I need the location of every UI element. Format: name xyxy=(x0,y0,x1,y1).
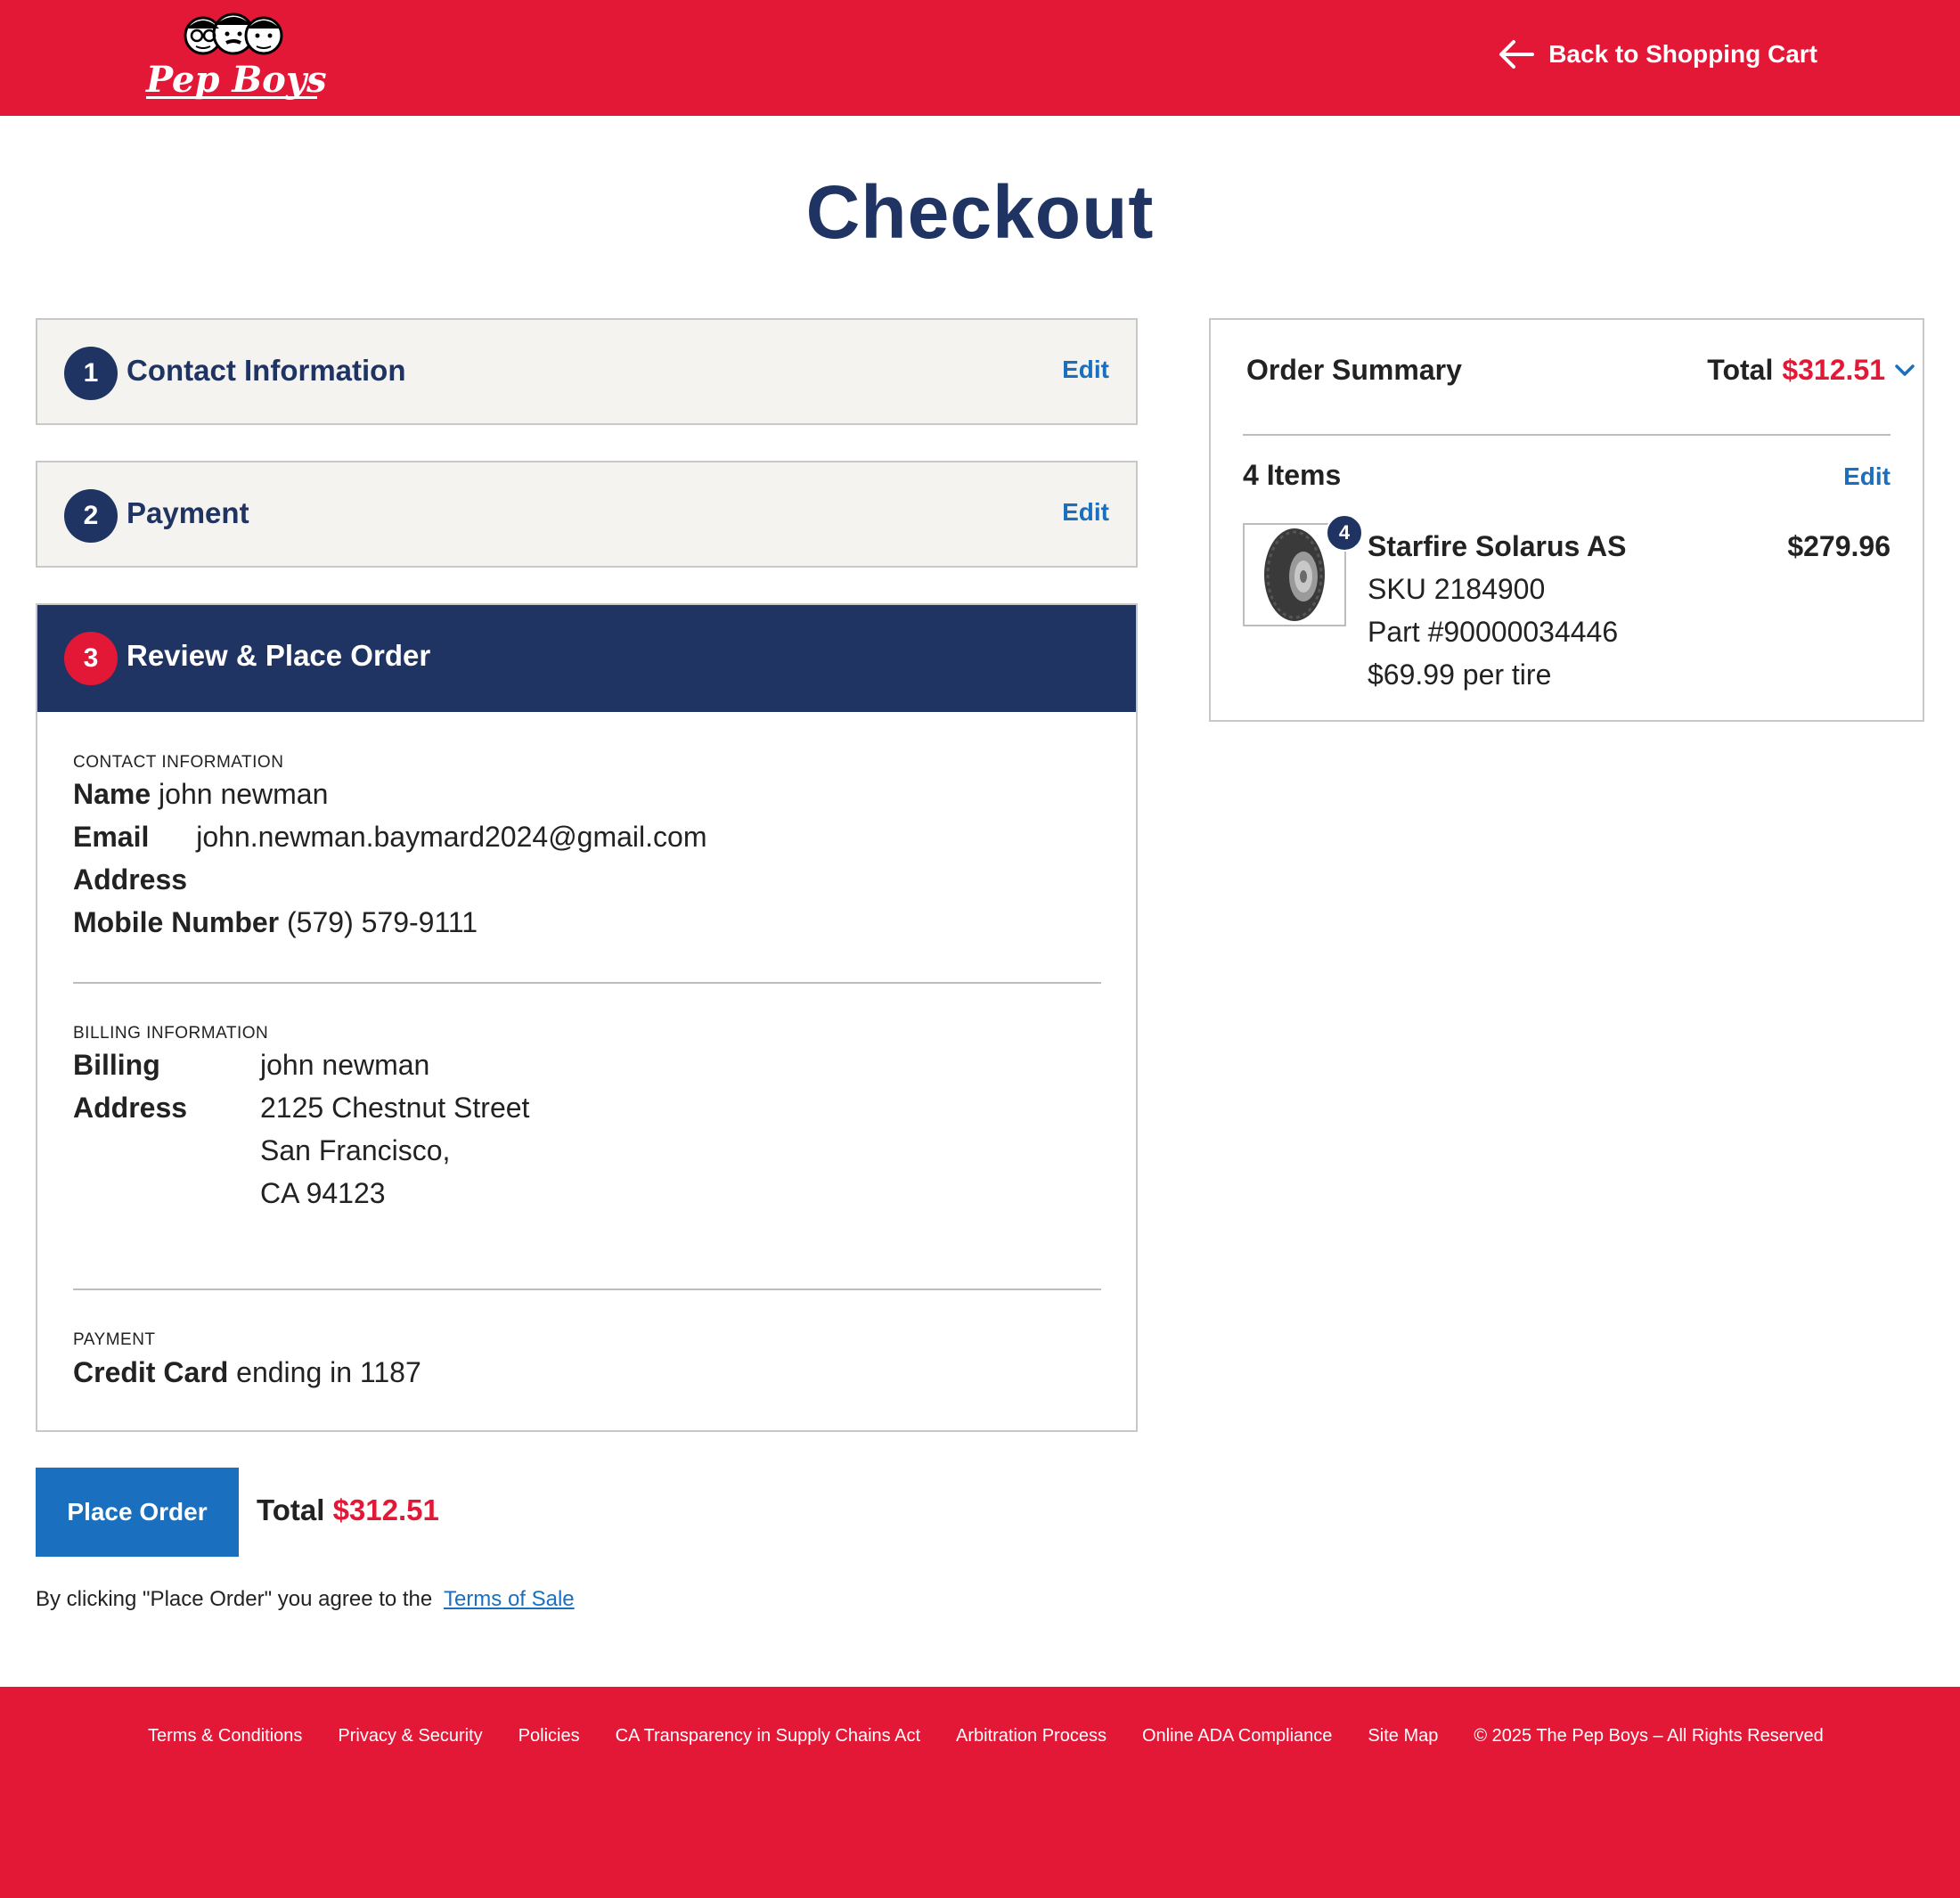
product-part-number: Part #90000034446 xyxy=(1368,616,1619,648)
total-value: $312.51 xyxy=(332,1493,439,1526)
step-number-badge: 3 xyxy=(64,632,118,685)
page-title: Checkout xyxy=(805,170,1155,254)
step-payment: 2 Payment Edit xyxy=(36,461,1138,568)
quantity-badge: 4 xyxy=(1326,514,1363,552)
address-label: Address xyxy=(73,863,188,896)
step-number-badge: 2 xyxy=(64,489,118,543)
footer-link-ca-transparency[interactable]: CA Transparency in Supply Chains Act xyxy=(616,1726,920,1747)
review-place-order-panel: 3 Review & Place Order Contact Informati… xyxy=(36,603,1138,1432)
footer-copyright: © 2025 The Pep Boys – All Rights Reserve… xyxy=(1474,1726,1824,1746)
footer-links: Terms & Conditions Privacy & Security Po… xyxy=(148,1726,1824,1747)
product-sku: SKU 2184900 xyxy=(1368,573,1546,605)
terms-agreement: By clicking "Place Order" you agree to t… xyxy=(36,1587,575,1612)
footer-link-policies[interactable]: Policies xyxy=(519,1726,580,1747)
payment-method-row: Credit Card ending in 1187 xyxy=(73,1356,421,1389)
header-bar: Pep Boys Back to Shopping Cart xyxy=(0,0,1960,116)
footer-link-terms[interactable]: Terms & Conditions xyxy=(148,1726,302,1747)
back-to-cart-link[interactable]: Back to Shopping Cart xyxy=(1499,39,1817,70)
logo-underline xyxy=(146,96,317,99)
order-summary-panel: Order Summary Total $312.51 4 Items Edit… xyxy=(1209,318,1924,722)
terms-of-sale-link[interactable]: Terms of Sale xyxy=(444,1587,575,1611)
billing-line: john newman xyxy=(260,1049,430,1081)
mobile-label: Mobile Number xyxy=(73,906,280,938)
edit-payment-link[interactable]: Edit xyxy=(1062,498,1109,527)
brand-name: Pep Boys xyxy=(146,59,327,101)
edit-contact-link[interactable]: Edit xyxy=(1062,356,1109,384)
step-label: Contact Information xyxy=(127,354,406,387)
edit-items-link[interactable]: Edit xyxy=(1843,462,1891,491)
contact-name-row: Name john newman xyxy=(73,778,328,811)
footer-link-ada[interactable]: Online ADA Compliance xyxy=(1142,1726,1332,1747)
billing-line: 2125 Chestnut Street xyxy=(260,1092,530,1124)
contact-mobile-row: Mobile Number (579) 579-9111 xyxy=(73,906,478,939)
billing-section-caption: Billing Information xyxy=(73,1024,269,1043)
billing-line: San Francisco, xyxy=(260,1134,451,1166)
footer: Terms & Conditions Privacy & Security Po… xyxy=(0,1687,1960,1898)
summary-total-label: Total xyxy=(1707,354,1774,386)
step-label: Review & Place Order xyxy=(127,639,431,672)
payment-method-detail: ending in 1187 xyxy=(236,1356,421,1388)
pep-boys-logo[interactable]: Pep Boys xyxy=(143,12,327,102)
summary-divider xyxy=(1243,434,1891,436)
product-name[interactable]: Starfire Solarus AS xyxy=(1368,530,1626,563)
order-total: Total $312.51 xyxy=(257,1493,439,1527)
footer-link-privacy[interactable]: Privacy & Security xyxy=(338,1726,482,1747)
three-faces-icon xyxy=(184,12,283,55)
payment-section-caption: Payment xyxy=(73,1330,156,1349)
name-value: john newman xyxy=(159,778,329,810)
chevron-down-icon xyxy=(1895,364,1915,376)
email-value: john.newman.baymard2024@gmail.com xyxy=(196,821,707,853)
step-number-badge: 1 xyxy=(64,347,118,400)
contact-email-row: Email john.newman.baymard2024@gmail.com xyxy=(73,821,706,854)
billing-address-label: Address xyxy=(73,1092,188,1124)
email-label: Email xyxy=(73,821,150,853)
summary-total-toggle[interactable]: Total $312.51 xyxy=(1707,354,1915,387)
total-label: Total xyxy=(257,1493,325,1526)
contact-section-caption: Contact Information xyxy=(73,753,284,772)
place-order-button[interactable]: Place Order xyxy=(36,1468,239,1557)
step-contact-information: 1 Contact Information Edit xyxy=(36,318,1138,425)
back-to-cart-label: Back to Shopping Cart xyxy=(1548,40,1817,68)
payment-method-label: Credit Card xyxy=(73,1356,229,1388)
summary-total-value: $312.51 xyxy=(1782,354,1885,386)
footer-link-sitemap[interactable]: Site Map xyxy=(1368,1726,1438,1747)
section-divider xyxy=(73,1289,1101,1290)
product-unit-price: $69.99 per tire xyxy=(1368,659,1552,691)
items-count: 4 Items xyxy=(1243,459,1342,491)
step-label: Payment xyxy=(127,496,249,529)
contact-address-row: Address xyxy=(73,863,187,896)
order-summary-title: Order Summary xyxy=(1246,354,1462,386)
name-label: Name xyxy=(73,778,151,810)
arrow-left-icon xyxy=(1499,40,1535,69)
product-price: $279.96 xyxy=(1787,530,1891,562)
agreement-text: By clicking "Place Order" you agree to t… xyxy=(36,1587,433,1611)
review-header: 3 Review & Place Order xyxy=(37,605,1136,712)
billing-line: CA 94123 xyxy=(260,1177,386,1209)
section-divider xyxy=(73,982,1101,984)
footer-link-arbitration[interactable]: Arbitration Process xyxy=(956,1726,1107,1747)
billing-label: Billing xyxy=(73,1049,160,1081)
mobile-value: (579) 579-9111 xyxy=(287,906,478,938)
